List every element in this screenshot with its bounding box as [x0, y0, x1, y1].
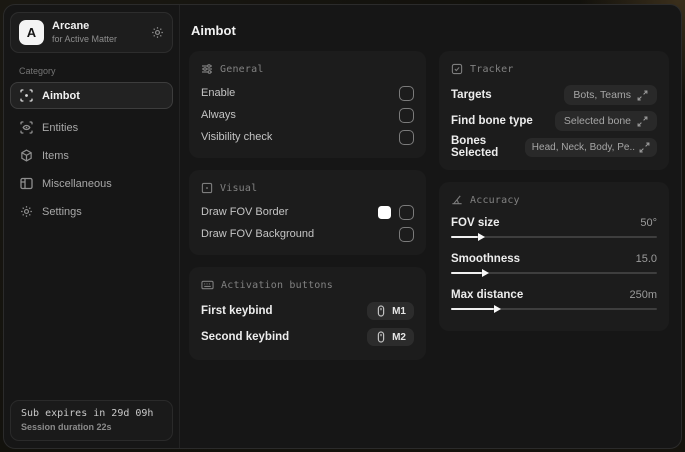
sidebar-item-aimbot[interactable]: Aimbot	[10, 82, 173, 109]
setting-row-find-bone-type: Find bone type Selected bone	[451, 108, 657, 134]
crosshair-scan-icon	[20, 89, 33, 102]
general-card: General Enable Always Visibility check	[189, 51, 426, 158]
gear-icon	[20, 205, 33, 218]
max-distance-slider[interactable]	[451, 305, 657, 314]
sidebar-item-label: Miscellaneous	[42, 177, 112, 190]
setting-row-second-keybind: Second keybind M2	[201, 324, 414, 350]
brand-subtitle: for Active Matter	[52, 33, 118, 44]
draw-fov-background-checkbox[interactable]	[399, 226, 414, 242]
setting-row-draw-fov-background: Draw FOV Background	[201, 223, 414, 245]
always-checkbox[interactable]	[399, 107, 414, 123]
slider-fill	[451, 269, 489, 277]
activation-buttons-card: Activation buttons First keybind M1 Seco…	[189, 267, 426, 360]
setting-row-max-distance: Max distance 250m	[451, 285, 657, 314]
fov-size-value: 50°	[640, 216, 657, 229]
sidebar-item-label: Aimbot	[42, 89, 80, 102]
brand-logo: A	[19, 20, 44, 45]
subscription-card: Sub expires in 29d 09h Session duration …	[10, 400, 173, 441]
mouse-icon	[375, 305, 387, 317]
keyboard-icon	[201, 279, 214, 291]
bones-selected-select[interactable]: Head, Neck, Body, Pe..	[524, 137, 657, 157]
sidebar-item-label: Items	[42, 149, 69, 162]
sliders-icon	[201, 63, 213, 75]
mouse-icon	[375, 331, 387, 343]
setting-row-smoothness: Smoothness 15.0	[451, 249, 657, 278]
sidebar-item-miscellaneous[interactable]: Miscellaneous	[10, 170, 173, 197]
setting-row-fov-size: FOV size 50°	[451, 213, 657, 242]
max-distance-value: 250m	[629, 288, 657, 301]
section-title: Accuracy	[470, 194, 520, 206]
section-title: Tracker	[470, 63, 514, 75]
setting-row-always: Always	[201, 104, 414, 126]
gear-icon[interactable]	[151, 26, 164, 39]
sidebar-item-items[interactable]: Items	[10, 142, 173, 169]
visual-card: Visual Draw FOV Border Draw FOV Backgrou…	[189, 170, 426, 255]
smoothness-slider[interactable]	[451, 269, 657, 278]
sidebar-item-label: Settings	[42, 205, 82, 218]
angle-icon	[451, 194, 463, 206]
visibility-check-checkbox[interactable]	[399, 129, 414, 145]
section-title: Activation buttons	[221, 279, 333, 291]
draw-fov-border-checkbox[interactable]	[399, 204, 414, 220]
setting-row-draw-fov-border: Draw FOV Border	[201, 201, 414, 223]
main-content: Aimbot General Enable Always Visibility …	[180, 5, 681, 448]
smoothness-value: 15.0	[635, 252, 657, 265]
accuracy-card: Accuracy FOV size 50° Smoothness 15.0 Ma…	[439, 182, 669, 331]
category-label: Category	[19, 66, 56, 76]
sidebar-item-settings[interactable]: Settings	[10, 198, 173, 225]
cube-icon	[20, 149, 33, 162]
checkbox-check-icon	[451, 63, 463, 75]
brand-name: Arcane	[52, 20, 90, 32]
expand-icon	[637, 116, 648, 127]
scan-eye-icon	[20, 121, 33, 134]
fov-border-color-swatch[interactable]	[378, 205, 391, 219]
page-title: Aimbot	[191, 23, 236, 38]
sub-expires-text: Sub expires in 29d 09h	[21, 408, 154, 419]
session-duration-text: Session duration 22s	[21, 422, 112, 432]
panel-icon	[20, 177, 33, 190]
slider-fill	[451, 233, 485, 241]
section-title: General	[220, 63, 264, 75]
setting-row-targets: Targets Bots, Teams	[451, 82, 657, 108]
sidebar-item-entities[interactable]: Entities	[10, 114, 173, 141]
expand-icon	[639, 142, 650, 153]
targets-select[interactable]: Bots, Teams	[564, 85, 657, 105]
fov-size-slider[interactable]	[451, 233, 657, 242]
setting-row-visibility-check: Visibility check	[201, 126, 414, 148]
second-keybind-button[interactable]: M2	[367, 328, 414, 346]
tracker-card: Tracker Targets Bots, Teams Find bone ty…	[439, 51, 669, 170]
sidebar: A Arcane for Active Matter Category Aimb…	[4, 5, 180, 448]
frame-icon	[201, 182, 213, 194]
brand-card: A Arcane for Active Matter	[10, 12, 173, 53]
sidebar-item-label: Entities	[42, 121, 79, 134]
find-bone-type-select[interactable]: Selected bone	[554, 111, 657, 131]
setting-row-bones-selected: Bones Selected Head, Neck, Body, Pe..	[451, 134, 657, 160]
setting-row-first-keybind: First keybind M1	[201, 298, 414, 324]
category-nav: Aimbot Entities Items Miscellaneous Sett…	[10, 82, 173, 225]
expand-icon	[637, 90, 648, 101]
enable-checkbox[interactable]	[399, 85, 414, 101]
app-window: A Arcane for Active Matter Category Aimb…	[3, 4, 682, 449]
slider-fill	[451, 305, 502, 313]
section-title: Visual	[220, 182, 258, 194]
setting-row-enable: Enable	[201, 82, 414, 104]
first-keybind-button[interactable]: M1	[367, 302, 414, 320]
